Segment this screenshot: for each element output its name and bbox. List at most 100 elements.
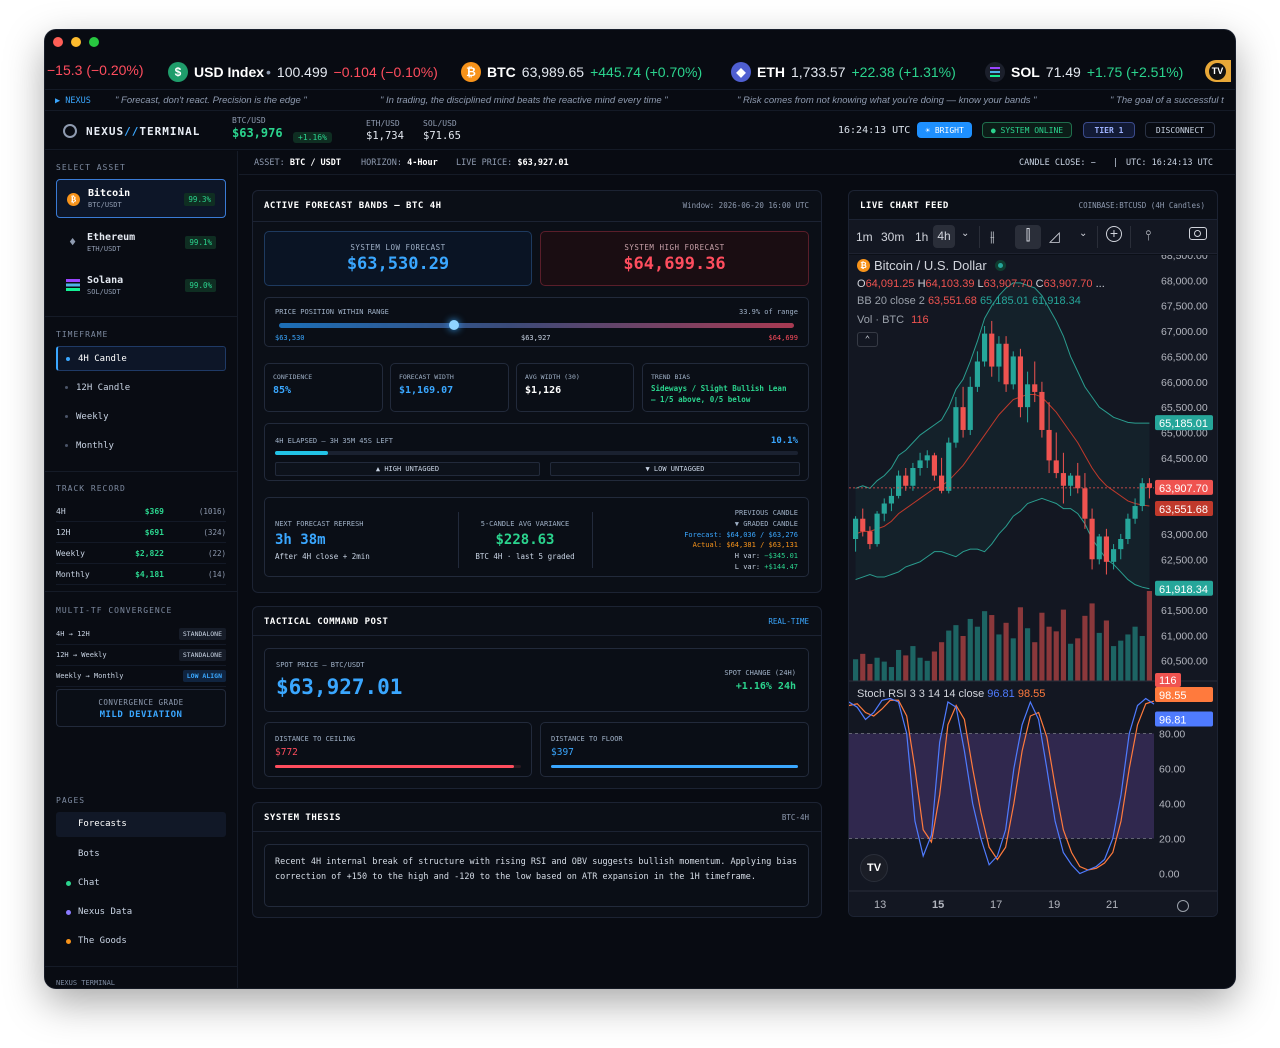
track-record-row: 4H $369 (1016): [56, 501, 226, 522]
range-high: $64,699: [768, 334, 798, 342]
bb-upper-tag: 65,185.01: [1159, 418, 1208, 430]
btc-change-badge: +1.16%: [293, 132, 332, 143]
lvar-label: L var:: [734, 562, 761, 571]
chevron-down-icon[interactable]: ⌄: [1079, 228, 1087, 239]
system-high-forecast: SYSTEM HIGH FORECAST $64,699.36: [540, 231, 809, 286]
interval-4h[interactable]: 4h: [933, 225, 955, 248]
stat-value: $1,169.07: [399, 385, 454, 396]
status-dot: [66, 910, 71, 915]
timeframe-weekly[interactable]: Weekly: [56, 406, 226, 428]
minimize-window-button[interactable]: [71, 37, 81, 47]
info-label: LIVE PRICE:: [456, 158, 513, 168]
info-asset: BTC / USDT: [289, 158, 342, 168]
candle-body: [1118, 539, 1124, 550]
bb-lower-tag: 61,918.34: [1159, 584, 1208, 596]
ticker-item-btc[interactable]: ₿ BTC 63,989.65 +445.74 (+0.70%): [461, 62, 702, 82]
volume-bar: [860, 653, 866, 681]
timeframe-monthly[interactable]: Monthly: [56, 435, 226, 457]
page-link-nexus-data[interactable]: Nexus Data: [56, 901, 226, 923]
stat-confidence: CONFIDENCE 85%: [264, 363, 383, 412]
quote-text: " Risk comes from not knowing what you'r…: [737, 95, 1037, 106]
volume-bar: [853, 659, 859, 681]
volume-bar: [960, 636, 966, 681]
ticker-item-partial[interactable]: −15.3 (−0.20%): [47, 62, 144, 78]
asset-item-ethereum[interactable]: ♦ Ethereum ETH/USDT 99.1%: [56, 224, 226, 261]
graded-candle-toggle[interactable]: ▼ GRADED CANDLE: [684, 519, 798, 530]
interval-1h[interactable]: 1h: [915, 230, 928, 244]
candle-body: [967, 386, 973, 430]
ethereum-icon: ◆: [731, 62, 751, 82]
candle-body: [910, 468, 916, 486]
record-amount: $2,822: [135, 549, 164, 558]
timeframe-12h[interactable]: 12H Candle: [56, 377, 226, 399]
close-window-button[interactable]: [53, 37, 63, 47]
system-online-badge: ● SYSTEM ONLINE: [982, 122, 1072, 138]
refresh-label: NEXT FORECAST REFRESH: [275, 520, 364, 528]
variance-label: 5-CANDLE AVG VARIANCE: [480, 520, 570, 528]
interval-1m[interactable]: 1m: [856, 230, 873, 244]
page-link-bots[interactable]: Bots: [56, 843, 226, 865]
candle-body: [860, 518, 866, 532]
stoch-axis-label: 80.00: [1159, 729, 1185, 741]
candle-body: [1103, 536, 1109, 562]
volume-bar: [896, 649, 902, 681]
volume-tag: 116: [1159, 675, 1177, 687]
camera-icon[interactable]: [1189, 227, 1207, 240]
asset-item-bitcoin[interactable]: ₿ Bitcoin BTC/USDT 99.3%: [56, 179, 226, 218]
bright-theme-button[interactable]: ☀ BRIGHT: [917, 122, 972, 138]
page-link-the-goods[interactable]: The Goods: [56, 930, 226, 952]
sidebar: SELECT ASSET ₿ Bitcoin BTC/USDT 99.3% ♦ …: [45, 151, 238, 988]
forecast-value: $63,530.29: [346, 254, 450, 274]
section-label: TIMEFRAME: [56, 330, 109, 339]
quote-price: $71.65: [423, 130, 461, 142]
thesis-text: Recent 4H internal break of structure wi…: [264, 844, 809, 907]
dollar-icon: $: [168, 62, 188, 82]
disconnect-button[interactable]: DISCONNECT: [1145, 122, 1215, 138]
chevron-down-icon[interactable]: ⌄: [961, 228, 969, 239]
page-link-forecasts[interactable]: Forecasts: [56, 812, 226, 837]
ticker-item-eth[interactable]: ◆ ETH 1,733.57 +22.38 (+1.31%): [731, 62, 956, 82]
bar-style-icon[interactable]: ⫲: [990, 228, 995, 245]
volume-bar: [1032, 642, 1038, 681]
price-axis-label: 66,000.00: [1161, 377, 1208, 389]
last-price-tag: 63,907.70: [1159, 483, 1208, 495]
stat-value: 85%: [273, 385, 292, 396]
brand-separator: //: [124, 125, 140, 138]
stoch-d-value: 98.55: [1017, 688, 1046, 700]
candle-body: [1032, 384, 1038, 392]
interval-30m[interactable]: 30m: [881, 230, 904, 244]
tactical-command-card: TACTICAL COMMAND POST REAL-TIME SPOT PRI…: [252, 606, 822, 789]
add-indicator-icon[interactable]: +: [1106, 226, 1122, 242]
candle-body: [881, 503, 887, 514]
price-chart[interactable]: 68,500.00 68,000.00 67,500.00 67,000.00 66,5…: [849, 255, 1218, 917]
indicators-icon[interactable]: ◿: [1049, 228, 1060, 245]
tradingview-logo-icon[interactable]: TV: [860, 854, 888, 882]
compare-icon[interactable]: ⫯: [1145, 227, 1151, 244]
volume-bar: [1139, 636, 1145, 681]
zoom-window-button[interactable]: [89, 37, 99, 47]
candles-icon[interactable]: ⫿: [1015, 225, 1041, 249]
candle-body: [1039, 391, 1045, 430]
convergence-grade-box: CONVERGENCE GRADE MILD DEVIATION: [56, 689, 226, 727]
asset-item-solana[interactable]: Solana SOL/USDT 99.0%: [56, 267, 226, 304]
floor-label: DISTANCE TO FLOOR: [551, 735, 623, 743]
tradingview-logo-icon[interactable]: TV: [1205, 60, 1231, 82]
candle-body: [1003, 343, 1009, 385]
distance-floor-box: DISTANCE TO FLOOR $397: [540, 722, 809, 777]
candle-body: [1017, 356, 1023, 408]
convergence-pair: Weekly → Monthly: [56, 672, 124, 680]
price-position-box: PRICE POSITION WITHIN RANGE 33.9% of ran…: [264, 297, 809, 347]
position-marker: [448, 320, 459, 330]
refresh-value: 3h 38m: [275, 532, 326, 548]
collapse-legend-button[interactable]: ⌃: [857, 332, 878, 347]
ticker-item-sol[interactable]: SOL 71.49 +1.75 (+2.51%): [985, 62, 1183, 82]
candle-body: [1060, 473, 1066, 486]
timeframe-4h[interactable]: 4H Candle: [56, 346, 226, 371]
ticker-item-usd-index[interactable]: $ USD Index • 100.499 −0.104 (−0.10%): [168, 62, 438, 82]
ticker-price: 71.49: [1045, 64, 1081, 80]
volume-bar: [1111, 646, 1117, 681]
chart-settings-icon[interactable]: [1177, 900, 1189, 912]
page-link-chat[interactable]: Chat: [56, 872, 226, 894]
timeframe-label: 12H Candle: [76, 383, 131, 393]
stoch-legend: Stoch RSI 3 3 14 14 close 96.81 98.55: [857, 688, 1045, 700]
